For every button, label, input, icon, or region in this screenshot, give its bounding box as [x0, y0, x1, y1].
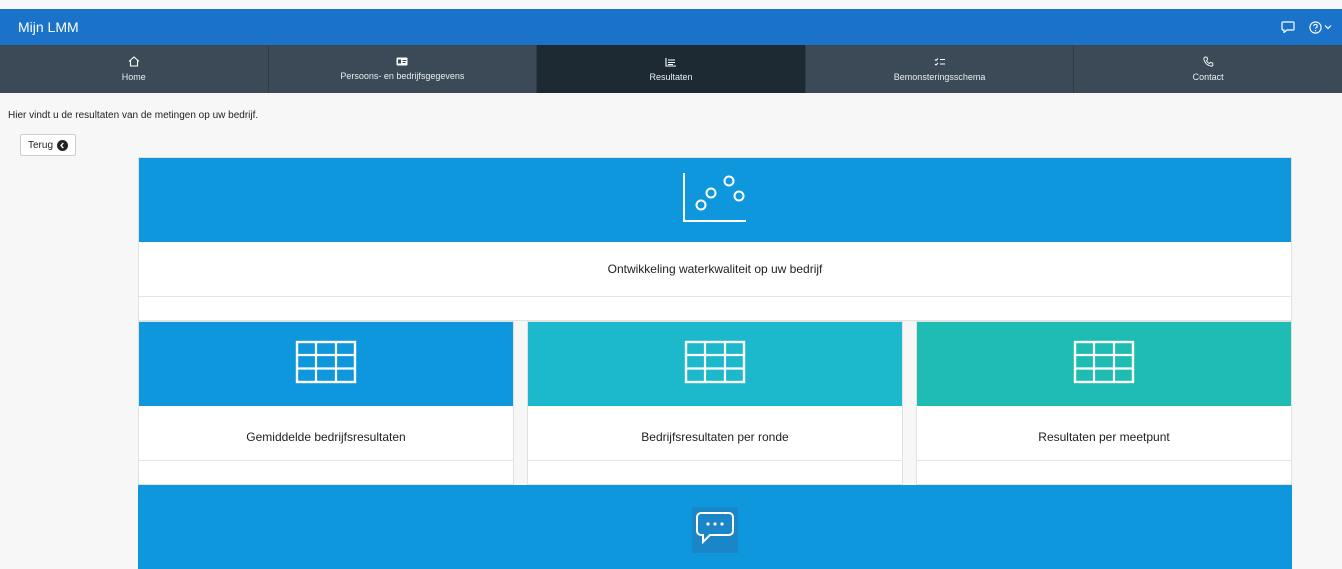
help-icon — [1309, 20, 1322, 34]
chevron-down-icon — [1324, 24, 1332, 30]
nav-item-label: Persoons- en bedrijfsgegevens — [340, 71, 465, 81]
card-divider — [139, 296, 1291, 297]
card-contact-chat[interactable] — [138, 485, 1292, 569]
phone-icon — [1203, 56, 1214, 67]
nav-item-label: Resultaten — [649, 71, 693, 82]
card-band — [917, 322, 1291, 406]
nav-item-label: Bemonsteringsschema — [893, 71, 986, 82]
back-button[interactable]: Terug — [20, 134, 76, 156]
card-gemiddelde-bedrijfsresultaten[interactable]: Gemiddelde bedrijfsresultaten — [138, 321, 514, 485]
nav-item-home[interactable]: Home — [0, 45, 269, 93]
scatter-chart-icon — [680, 171, 750, 230]
table-icon — [1073, 340, 1135, 389]
intro-text: Hier vindt u de resultaten van de meting… — [8, 110, 259, 121]
card-divider — [528, 460, 902, 461]
card-band — [528, 322, 902, 406]
nav-item-label: Contact — [1192, 72, 1224, 82]
home-icon — [128, 56, 140, 67]
card-label: Ontwikkeling waterkwaliteit op uw bedrij… — [607, 262, 823, 276]
card-band — [138, 485, 1292, 569]
card-divider — [917, 460, 1291, 461]
id-card-icon — [396, 57, 408, 66]
help-menu[interactable] — [1309, 20, 1332, 34]
arrow-left-circle-icon — [57, 139, 68, 151]
card-resultaten-per-meetpunt[interactable]: Resultaten per meetpunt — [916, 321, 1292, 485]
nav-item-resultaten[interactable]: Resultaten — [537, 45, 806, 93]
table-icon — [295, 340, 357, 389]
card-band — [139, 158, 1291, 242]
card-divider — [139, 460, 513, 461]
nav-item-label: Home — [121, 72, 146, 82]
card-label: Resultaten per meetpunt — [1038, 430, 1170, 444]
table-icon — [684, 340, 746, 389]
top-bar: Mijn LMM — [0, 9, 1342, 45]
chat-bubble-icon — [695, 511, 735, 550]
card-band — [139, 322, 513, 406]
main-nav: Home Persoons- en bedrijfsgegevens Resul… — [0, 45, 1342, 93]
top-icons — [1281, 20, 1332, 34]
nav-item-bemonsteringsschema[interactable]: Bemonsteringsschema — [806, 45, 1075, 93]
card-bedrijfsresultaten-per-ronde[interactable]: Bedrijfsresultaten per ronde — [527, 321, 903, 485]
results-icon — [665, 57, 677, 67]
back-label: Terug — [27, 139, 53, 151]
chat-icon-box — [692, 507, 738, 553]
chat-icon[interactable] — [1281, 21, 1295, 33]
card-label: Gemiddelde bedrijfsresultaten — [246, 430, 406, 444]
card-label: Bedrijfsresultaten per ronde — [641, 430, 789, 444]
nav-item-contact[interactable]: Contact — [1074, 45, 1342, 93]
card-ontwikkeling-waterkwaliteit[interactable]: Ontwikkeling waterkwaliteit op uw bedrij… — [138, 157, 1292, 321]
nav-item-persoonsgegevens[interactable]: Persoons- en bedrijfsgegevens — [269, 45, 538, 93]
checklist-icon — [934, 57, 946, 67]
app-title[interactable]: Mijn LMM — [18, 19, 79, 35]
